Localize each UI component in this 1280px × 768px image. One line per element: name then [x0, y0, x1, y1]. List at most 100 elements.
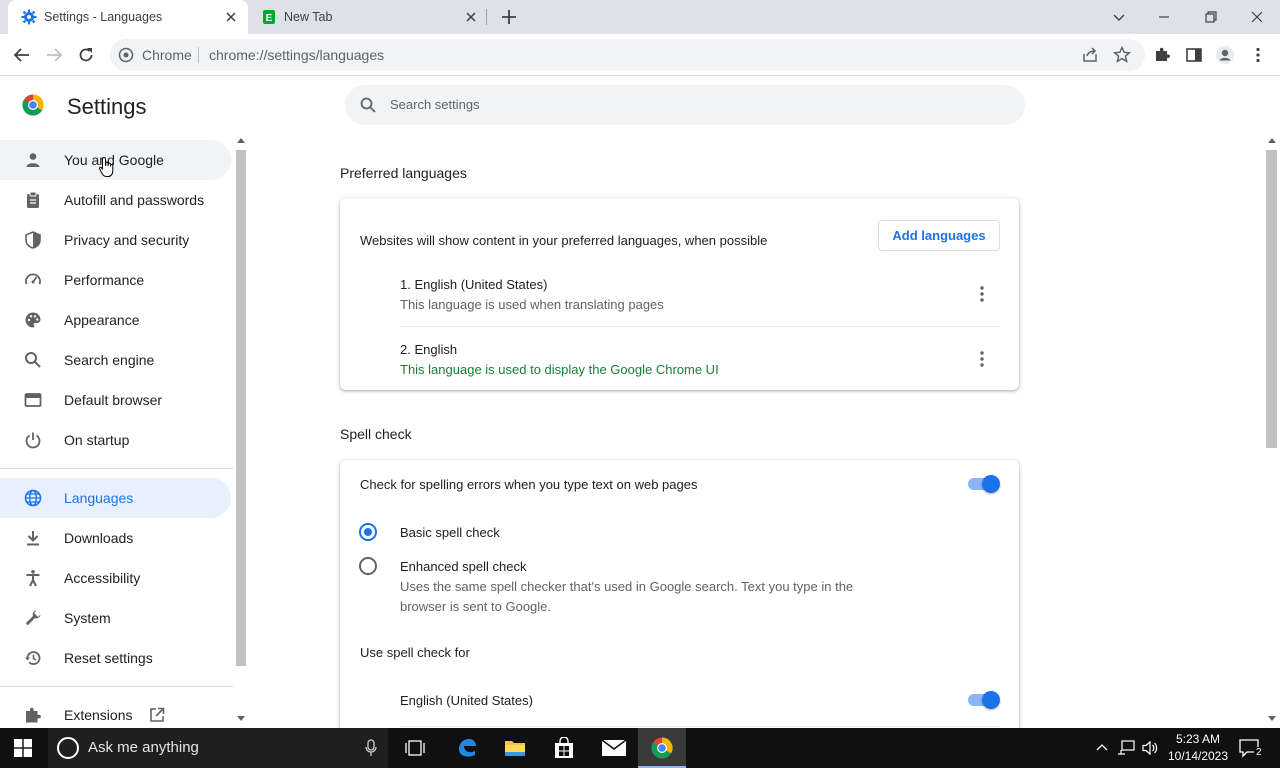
- sidebar-item-languages[interactable]: Languages: [0, 478, 231, 518]
- sidebar-item-default-browser[interactable]: Default browser: [0, 380, 231, 420]
- spell-check-toggle[interactable]: [966, 474, 1000, 494]
- history-icon: [25, 651, 41, 665]
- tab-separator: [486, 9, 487, 25]
- evernote-icon: E: [263, 10, 275, 24]
- edge-browser-icon[interactable]: [456, 737, 478, 759]
- tab-settings-languages[interactable]: Settings - Languages: [8, 0, 248, 34]
- page-scrollbar[interactable]: [1264, 134, 1280, 728]
- new-tab-plus-icon[interactable]: [498, 6, 520, 28]
- browser-toolbar: Chrome chrome://settings/languages: [0, 34, 1280, 76]
- bookmark-star-icon[interactable]: [1112, 45, 1132, 65]
- sidebar-item-reset-settings[interactable]: Reset settings: [0, 638, 231, 678]
- forward-arrow-icon[interactable]: [44, 45, 64, 65]
- language-more-actions-icon[interactable]: [980, 286, 984, 302]
- spell-check-language-toggle[interactable]: [966, 690, 1000, 710]
- sidebar-item-system[interactable]: System: [0, 598, 231, 638]
- reload-icon[interactable]: [76, 45, 96, 65]
- language-note: This language is used when translating p…: [400, 297, 664, 312]
- tab-new-tab[interactable]: E New Tab: [248, 0, 488, 34]
- enhanced-spell-check-description: Uses the same spell checker that's used …: [400, 579, 854, 594]
- chrome-taskbar-icon: [651, 737, 673, 759]
- basic-spell-check-radio[interactable]: [359, 523, 377, 541]
- clock-time: 5:23 AM: [1175, 732, 1221, 746]
- sidebar-item-on-startup[interactable]: On startup: [0, 420, 231, 460]
- sidebar-item-label: Downloads: [64, 530, 134, 546]
- search-placeholder: Search settings: [390, 97, 480, 112]
- scroll-up-arrow-icon[interactable]: [1268, 138, 1276, 143]
- tab-search-chevron-icon[interactable]: [1108, 6, 1130, 28]
- use-spell-check-for-label: Use spell check for: [360, 645, 470, 660]
- close-window-icon[interactable]: [1246, 6, 1268, 28]
- profile-avatar-icon[interactable]: [1215, 45, 1235, 65]
- add-languages-button[interactable]: Add languages: [878, 220, 1000, 251]
- section-title-preferred-languages: Preferred languages: [340, 165, 467, 181]
- sidebar-item-privacy[interactable]: Privacy and security: [0, 220, 231, 260]
- show-hidden-icons-chevron-icon[interactable]: [1096, 742, 1108, 752]
- gear-icon: [21, 9, 37, 25]
- chrome-site-icon[interactable]: [118, 47, 134, 63]
- settings-search-input[interactable]: Search settings: [345, 85, 1025, 125]
- language-note-ui: This language is used to display the Goo…: [400, 362, 719, 377]
- sidebar-item-label: Search engine: [64, 352, 155, 368]
- tab-strip: Settings - Languages E New Tab: [0, 0, 1280, 34]
- chrome-menu-kebab-icon[interactable]: [1248, 45, 1268, 65]
- sidebar-item-label: Languages: [64, 490, 134, 506]
- task-view-icon[interactable]: [404, 739, 426, 757]
- volume-speaker-icon[interactable]: [1141, 740, 1159, 756]
- spell-check-language-label: English (United States): [400, 693, 533, 708]
- close-tab-icon[interactable]: [462, 8, 480, 26]
- address-bar[interactable]: Chrome chrome://settings/languages: [110, 39, 1145, 71]
- close-tab-icon[interactable]: [222, 8, 240, 26]
- site-chip-label: Chrome: [142, 47, 192, 63]
- taskbar-chrome-active[interactable]: [638, 728, 686, 768]
- sidebar-item-label: Privacy and security: [64, 232, 190, 248]
- windows-start-icon[interactable]: [14, 739, 32, 757]
- shield-icon: [25, 231, 41, 249]
- tab-title: New Tab: [284, 10, 333, 24]
- sidebar-item-search-engine[interactable]: Search engine: [0, 340, 231, 380]
- row-divider: [400, 726, 1000, 727]
- taskbar-clock[interactable]: 5:23 AM 10/14/2023: [1160, 731, 1236, 765]
- clock-date: 10/14/2023: [1167, 749, 1229, 763]
- cortana-circle-icon: [57, 737, 79, 759]
- wrench-icon: [25, 610, 41, 626]
- restore-icon[interactable]: [1200, 6, 1222, 28]
- sidebar-item-accessibility[interactable]: Accessibility: [0, 558, 231, 598]
- sidebar-item-extensions[interactable]: Extensions: [0, 695, 231, 728]
- url-text[interactable]: chrome://settings/languages: [209, 47, 384, 63]
- language-more-actions-icon[interactable]: [980, 351, 984, 367]
- scrollbar-thumb[interactable]: [1266, 150, 1277, 448]
- preferred-languages-card: Websites will show content in your prefe…: [340, 198, 1019, 390]
- microsoft-store-icon[interactable]: [553, 737, 575, 759]
- person-icon: [26, 153, 40, 167]
- share-icon[interactable]: [1080, 45, 1100, 65]
- enhanced-spell-check-radio[interactable]: [359, 557, 377, 575]
- minimize-icon[interactable]: [1153, 6, 1175, 28]
- omnibox-separator: [198, 47, 199, 63]
- sidebar-item-label: Autofill and passwords: [64, 192, 205, 208]
- file-explorer-folder-icon[interactable]: [504, 738, 526, 758]
- download-icon: [27, 531, 39, 546]
- sidebar-item-performance[interactable]: Performance: [0, 260, 231, 300]
- taskbar-search-box[interactable]: Ask me anything: [48, 728, 388, 768]
- spell-check-toggle-label: Check for spelling errors when you type …: [360, 477, 698, 492]
- sidebar-scrollbar[interactable]: [233, 134, 249, 728]
- clipboard-icon: [27, 191, 39, 208]
- sidebar-item-appearance[interactable]: Appearance: [0, 300, 231, 340]
- scroll-down-arrow-icon[interactable]: [1268, 716, 1276, 721]
- microphone-icon[interactable]: [364, 739, 378, 757]
- scroll-down-arrow-icon[interactable]: [237, 716, 245, 721]
- scroll-up-arrow-icon[interactable]: [237, 138, 245, 143]
- toggle-knob: [982, 475, 1000, 493]
- extensions-puzzle-icon[interactable]: [1152, 45, 1172, 65]
- taskbar-search-placeholder: Ask me anything: [88, 739, 199, 756]
- scrollbar-thumb[interactable]: [236, 150, 246, 666]
- settings-sidebar: You and Google Autofill and passwords Pr…: [0, 140, 233, 728]
- sidebar-item-downloads[interactable]: Downloads: [0, 518, 231, 558]
- sidebar-item-autofill[interactable]: Autofill and passwords: [0, 180, 231, 220]
- language-name: 2. English: [400, 342, 458, 357]
- side-panel-icon[interactable]: [1184, 45, 1204, 65]
- mail-envelope-icon[interactable]: [601, 739, 627, 757]
- network-icon[interactable]: [1117, 740, 1135, 756]
- back-arrow-icon[interactable]: [12, 45, 32, 65]
